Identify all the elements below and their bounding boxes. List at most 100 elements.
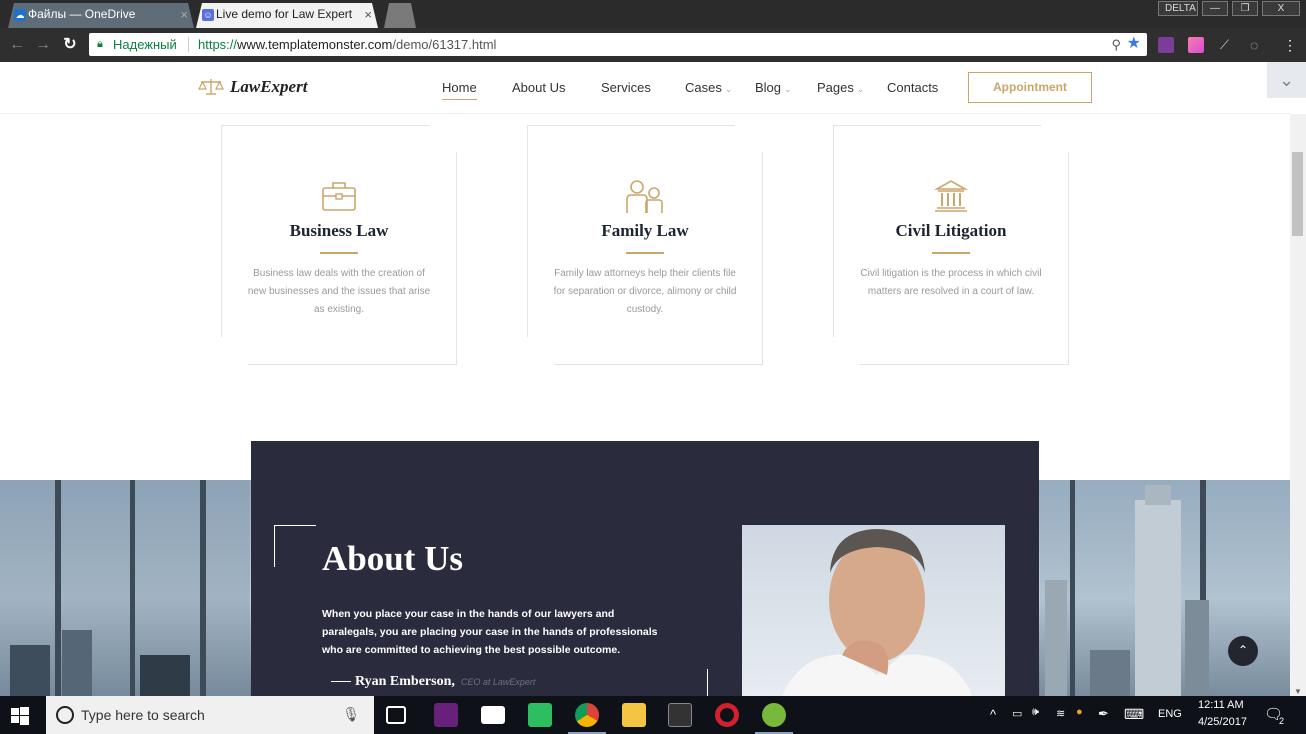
service-card-civil-litigation[interactable]: Civil Litigation Civil litigation is the…	[833, 125, 1069, 365]
quote-role: CEO at LawExpert	[460, 677, 536, 687]
logo-text: LawExpert	[230, 77, 308, 96]
page-scrollbar[interactable]: ▼	[1290, 114, 1306, 696]
nav-label: About Us	[512, 80, 566, 95]
mail-icon[interactable]	[481, 706, 505, 724]
taskbar-search-box[interactable]: Type here to search 🎙︎	[46, 696, 374, 734]
wifi-icon[interactable]: ≋	[1056, 707, 1065, 720]
restore-button[interactable]: ❐	[1232, 1, 1258, 16]
service-card-family-law[interactable]: Family Law Family law attorneys help the…	[527, 125, 763, 365]
service-description: Business law deals with the creation of …	[247, 268, 431, 315]
chrome-tray-icon[interactable]: ●	[1076, 706, 1083, 718]
service-card-business-law[interactable]: Business Law Business law deals with the…	[221, 125, 457, 365]
clock-date[interactable]: 4/25/2017	[1198, 716, 1247, 728]
notification-count: 2	[1279, 716, 1285, 726]
menu-icon[interactable]: ⋮	[1282, 37, 1298, 53]
chevron-up-icon[interactable]: ^	[990, 707, 996, 722]
templatemonster-icon: ☺	[203, 10, 213, 20]
back-to-top-button[interactable]: ⌃	[1228, 636, 1258, 666]
chevron-down-icon: ⌄	[856, 84, 865, 94]
card-border	[221, 125, 429, 126]
close-tab-icon[interactable]: ×	[364, 3, 372, 26]
file-explorer-icon[interactable]	[622, 703, 646, 727]
utorrent-icon[interactable]	[762, 703, 786, 727]
new-tab-button[interactable]	[384, 3, 416, 28]
service-description: Civil litigation is the process in which…	[860, 268, 1042, 297]
tab-onedrive[interactable]: ☁ Файлы — OneDrive ×	[8, 3, 194, 28]
back-arrow-icon[interactable]: ←	[7, 35, 27, 55]
nav-cases[interactable]: Cases ⌄	[685, 80, 732, 95]
pen-extension-icon[interactable]: ⟋	[1220, 37, 1236, 53]
lock-icon: 🔒︎	[97, 38, 103, 50]
language-indicator[interactable]: ENG	[1158, 708, 1182, 720]
visual-studio-icon[interactable]	[434, 703, 458, 727]
minimize-button[interactable]: —	[1202, 1, 1228, 16]
decorative-line	[707, 669, 708, 699]
windows-taskbar: Type here to search 🎙︎ ^ ▭ 🕪︎ ≋ ● ✒︎ ⌨︎ …	[0, 696, 1306, 734]
nav-label: Services	[601, 80, 651, 95]
briefcase-icon	[322, 182, 356, 211]
system-tray: ^ ▭ 🕪︎ ≋ ● ✒︎ ⌨︎ ENG 12:11 AM 4/25/2017 …	[986, 696, 1306, 734]
terminal-icon[interactable]	[668, 703, 692, 727]
windows-start-icon[interactable]	[10, 706, 30, 726]
nav-label: Pages	[817, 80, 854, 95]
address-bar[interactable]: 🔒︎ Надежный https://www.templatemonster.…	[89, 33, 1147, 56]
reload-icon[interactable]: ↻	[60, 35, 80, 55]
appointment-button[interactable]: Appointment	[968, 72, 1092, 103]
ceo-portrait-image	[742, 525, 1005, 696]
nav-label: Home	[442, 80, 477, 95]
card-border	[833, 125, 1041, 126]
close-window-button[interactable]: X	[1262, 1, 1300, 16]
task-view-icon[interactable]	[386, 706, 406, 724]
url-scheme: https://	[198, 37, 238, 52]
forward-arrow-icon[interactable]: →	[33, 35, 53, 55]
tab-title: Live demo for Law Expert	[216, 7, 353, 21]
card-border	[1068, 152, 1069, 365]
scrollbar-thumb[interactable]	[1292, 152, 1303, 236]
scroll-down-arrow-icon[interactable]: ▼	[1294, 687, 1302, 696]
nav-pages[interactable]: Pages ⌄	[817, 80, 864, 95]
nav-contacts[interactable]: Contacts	[887, 80, 938, 95]
battery-icon[interactable]: ▭	[1012, 707, 1022, 720]
site-header: LawExpert Home About Us Services Cases ⌄ …	[0, 62, 1306, 114]
service-description: Family law attorneys help their clients …	[553, 268, 737, 315]
extension-icon[interactable]	[1188, 37, 1204, 53]
card-border	[860, 364, 1069, 365]
pen-icon[interactable]: ✒︎	[1098, 706, 1109, 722]
bookmark-star-icon[interactable]: ★	[1127, 32, 1141, 55]
title-underline	[626, 252, 664, 254]
tab-live-demo[interactable]: ☺ Live demo for Law Expert ×	[196, 3, 378, 28]
opera-icon[interactable]	[715, 703, 739, 727]
keyboard-icon[interactable]: ⌨︎	[1124, 706, 1144, 723]
chevron-down-icon: ⌄	[784, 84, 792, 94]
profile-button[interactable]: DELTA	[1158, 1, 1198, 16]
onedrive-icon: ☁	[15, 10, 25, 20]
window-controls: DELTA — ❐ X	[1158, 1, 1300, 16]
tab-strip: ☁ Файлы — OneDrive × ☺ Live demo for Law…	[0, 0, 1306, 28]
url-text[interactable]: https://www.templatemonster.com/demo/613…	[198, 33, 496, 56]
volume-icon[interactable]: 🕪︎	[1032, 706, 1039, 719]
nav-blog[interactable]: Blog ⌄	[755, 80, 792, 95]
close-tab-icon[interactable]: ×	[180, 3, 188, 26]
card-border	[762, 152, 763, 365]
onenote-extension-icon[interactable]	[1158, 37, 1174, 53]
about-section: About Us When you place your case in the…	[251, 441, 1039, 699]
quote-name: Ryan Emberson,	[331, 674, 455, 690]
shield-extension-icon[interactable]: ◌	[1250, 37, 1266, 53]
nav-label: Cases	[685, 80, 722, 95]
evernote-icon[interactable]	[528, 703, 552, 727]
chrome-icon[interactable]	[575, 703, 599, 727]
tab-title: Файлы — OneDrive	[28, 7, 136, 21]
logo[interactable]: LawExpert	[198, 77, 307, 97]
person-portrait	[782, 529, 972, 696]
zoom-icon[interactable]: ⚲	[1111, 33, 1121, 56]
courthouse-icon	[934, 180, 968, 212]
card-border	[554, 364, 763, 365]
browser-toolbar: ← → ↻ 🔒︎ Надежный https://www.templatemo…	[0, 28, 1306, 62]
quote-author: Ryan Emberson, CEO at LawExpert	[331, 674, 535, 690]
nav-home[interactable]: Home	[442, 80, 477, 100]
microphone-icon[interactable]: 🎙︎	[342, 706, 360, 723]
nav-about-us[interactable]: About Us	[512, 80, 565, 95]
nav-services[interactable]: Services	[601, 80, 651, 95]
chevron-down-icon[interactable]: ⌄	[1267, 62, 1306, 98]
clock-time[interactable]: 12:11 AM	[1198, 699, 1244, 711]
